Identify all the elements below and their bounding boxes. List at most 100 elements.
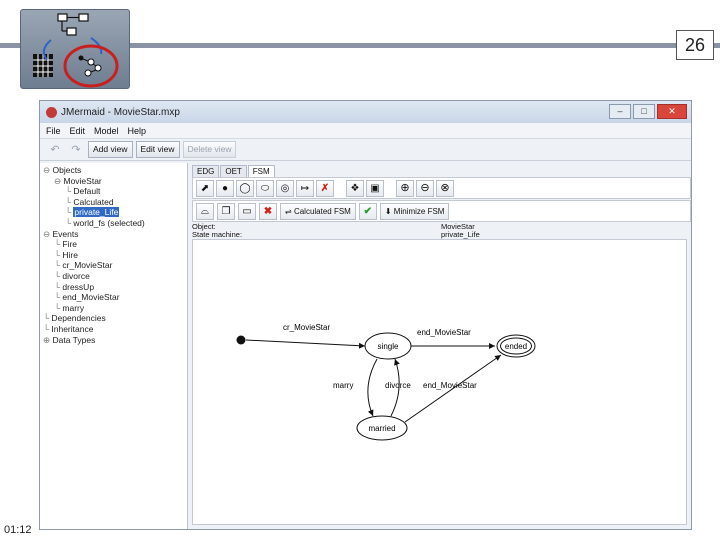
tree-item[interactable]: ⊖ Objects [40, 165, 187, 176]
tree-item[interactable]: ⊕ Data Types [40, 335, 187, 346]
zoom-reset-icon[interactable]: ⊗ [436, 179, 454, 197]
fsm-info-header: Object: State machine: MovieStar private… [192, 222, 691, 239]
fsm-drawing-toolbar: ⬈ ● ◯ ⬭ ◎ ↦ ✗ ❖ ▣ ⊕ ⊖ ⊗ [192, 177, 691, 199]
minimize-button[interactable]: – [609, 104, 631, 119]
calculated-fsm-label: Calculated FSM [293, 206, 351, 216]
add-view-button[interactable]: Add view [88, 141, 133, 158]
menu-file[interactable]: File [46, 126, 61, 136]
minimize-fsm-label: Minimize FSM [393, 206, 445, 216]
app-window: JMermaid - MovieStar.mxp – □ ✕ File Edit… [39, 100, 692, 530]
main-toolbar: ↶ ↷ Add view Edit view Delete view [40, 139, 691, 161]
zoom-in-icon[interactable]: ⊕ [396, 179, 414, 197]
transition-label-end-married: end_MovieStar [423, 381, 477, 390]
tab-oet[interactable]: OET [220, 165, 247, 177]
slide-time: 01:12 [4, 524, 32, 536]
tree-item[interactable]: └ Calculated [40, 197, 187, 208]
zoom-out-icon[interactable]: ⊖ [416, 179, 434, 197]
tree-item-label: Default [73, 186, 101, 197]
initial-state-node[interactable] [236, 335, 246, 345]
fsm-canvas[interactable]: cr_MovieStar single ended end_MovieStar … [192, 239, 687, 525]
delete-element-icon[interactable]: ✗ [316, 179, 334, 197]
select-tool-icon[interactable]: ⬈ [196, 179, 214, 197]
tree-item[interactable]: ⊖ MovieStar [40, 176, 187, 187]
tree-item-label: private_Life [73, 207, 120, 218]
tree-item[interactable]: └ cr_MovieStar [40, 260, 187, 271]
menu-help[interactable]: Help [128, 126, 147, 136]
state-icon[interactable]: ◯ [236, 179, 254, 197]
model-tree: ⊖ Objects ⊖ MovieStar └ Default └ Calculate… [40, 163, 188, 529]
tree-item-label: divorce [62, 270, 90, 281]
close-button[interactable]: ✕ [657, 104, 687, 119]
export-image-icon[interactable]: ▣ [366, 179, 384, 197]
tree-item[interactable]: └ world_fs (selected) [40, 218, 187, 229]
window-title: JMermaid - MovieStar.mxp [61, 106, 180, 118]
label-icon[interactable]: ▭ [238, 202, 256, 220]
tree-item-label: Fire [62, 239, 78, 250]
transition-label-end-single: end_MovieStar [417, 328, 471, 337]
tree-item-label: Calculated [73, 196, 114, 207]
undo-icon[interactable]: ↶ [46, 142, 64, 158]
title-bar: JMermaid - MovieStar.mxp – □ ✕ [40, 101, 691, 123]
tree-item-label: Hire [62, 249, 78, 260]
remove-icon[interactable]: ✖ [259, 202, 277, 220]
tree-item-label: Inheritance [51, 323, 94, 334]
tree-item[interactable]: └ Inheritance [40, 324, 187, 335]
oval-state-icon[interactable]: ⬭ [256, 179, 274, 197]
final-state-icon[interactable]: ◎ [276, 179, 294, 197]
corner-tool-icon[interactable]: ⌓ [196, 202, 214, 220]
auto-layout-icon[interactable]: ❖ [346, 179, 364, 197]
tree-item-label: marry [62, 302, 85, 313]
delete-view-button[interactable]: Delete view [182, 141, 237, 158]
tree-item-label: MovieStar [63, 175, 102, 186]
tab-edg[interactable]: EDG [192, 165, 220, 177]
tree-item[interactable]: └ marry [40, 303, 187, 314]
state-machine-value: private_Life [441, 230, 480, 239]
tree-item-label: dressUp [62, 281, 95, 292]
transition-label-marry: marry [333, 381, 353, 390]
state-label-ended: ended [505, 342, 527, 351]
tree-item[interactable]: └ Hire [40, 250, 187, 261]
tree-item-label: Objects [52, 165, 82, 175]
view-tabs: EDG OET FSM [192, 165, 275, 177]
tree-item-label: cr_MovieStar [62, 260, 113, 271]
initial-state-icon[interactable]: ● [216, 179, 234, 197]
tree-item[interactable]: └ Dependencies [40, 313, 187, 324]
tree-item[interactable]: └ end_MovieStar [40, 292, 187, 303]
minimize-fsm-button[interactable]: ⬇ Minimize FSM [379, 202, 450, 220]
window-controls: – □ ✕ [609, 104, 687, 119]
edit-view-button[interactable]: Edit view [135, 141, 180, 158]
copy-icon[interactable]: ❐ [217, 202, 235, 220]
tree-item[interactable]: └ dressUp [40, 282, 187, 293]
menu-model[interactable]: Model [94, 126, 119, 136]
menu-edit[interactable]: Edit [70, 126, 86, 136]
app-icon [46, 106, 57, 118]
tree-item-label: end_MovieStar [62, 292, 120, 303]
validate-check-icon[interactable]: ✔ [358, 202, 377, 220]
state-label-married: married [368, 424, 395, 433]
tree-item-label: Events [52, 228, 79, 239]
fsm-action-toolbar: ⌓ ❐ ▭ ✖ ⇌ Calculated FSM ✔ ⬇ Minimize FS… [192, 200, 691, 222]
transition-label-divorce: divorce [385, 381, 411, 390]
state-machine-label: State machine: [192, 230, 243, 239]
tree-item[interactable]: └ private_Life [40, 207, 187, 218]
tree-item-label: Data Types [52, 334, 96, 345]
tree-item-label: Dependencies [51, 313, 106, 324]
transition-label-create: cr_MovieStar [283, 323, 330, 332]
main-content: ⊖ Objects ⊖ MovieStar └ Default └ Calculate… [40, 163, 691, 529]
slide-page-number: 26 [676, 30, 714, 60]
tree-item[interactable]: ⊖ Events [40, 229, 187, 240]
maximize-button[interactable]: □ [633, 104, 655, 119]
calculated-fsm-button[interactable]: ⇌ Calculated FSM [280, 202, 356, 220]
transition-create[interactable] [245, 339, 366, 349]
slide-logo [20, 9, 130, 89]
tab-fsm[interactable]: FSM [247, 165, 275, 177]
tree-item-label: world_fs (selected) [73, 217, 145, 228]
tree-item[interactable]: └ divorce [40, 271, 187, 282]
transition-marry[interactable] [367, 358, 378, 417]
menu-bar: File Edit Model Help [40, 123, 691, 139]
fsm-editor: EDG OET FSM ⬈ ● ◯ ⬭ ◎ ↦ ✗ ❖ ▣ ⊕ ⊖ ⊗ ⌓ ❐ … [188, 163, 691, 529]
transition-icon[interactable]: ↦ [296, 179, 314, 197]
redo-icon[interactable]: ↷ [67, 142, 85, 158]
tree-item[interactable]: └ Default [40, 186, 187, 197]
tree-item[interactable]: └ Fire [40, 239, 187, 250]
